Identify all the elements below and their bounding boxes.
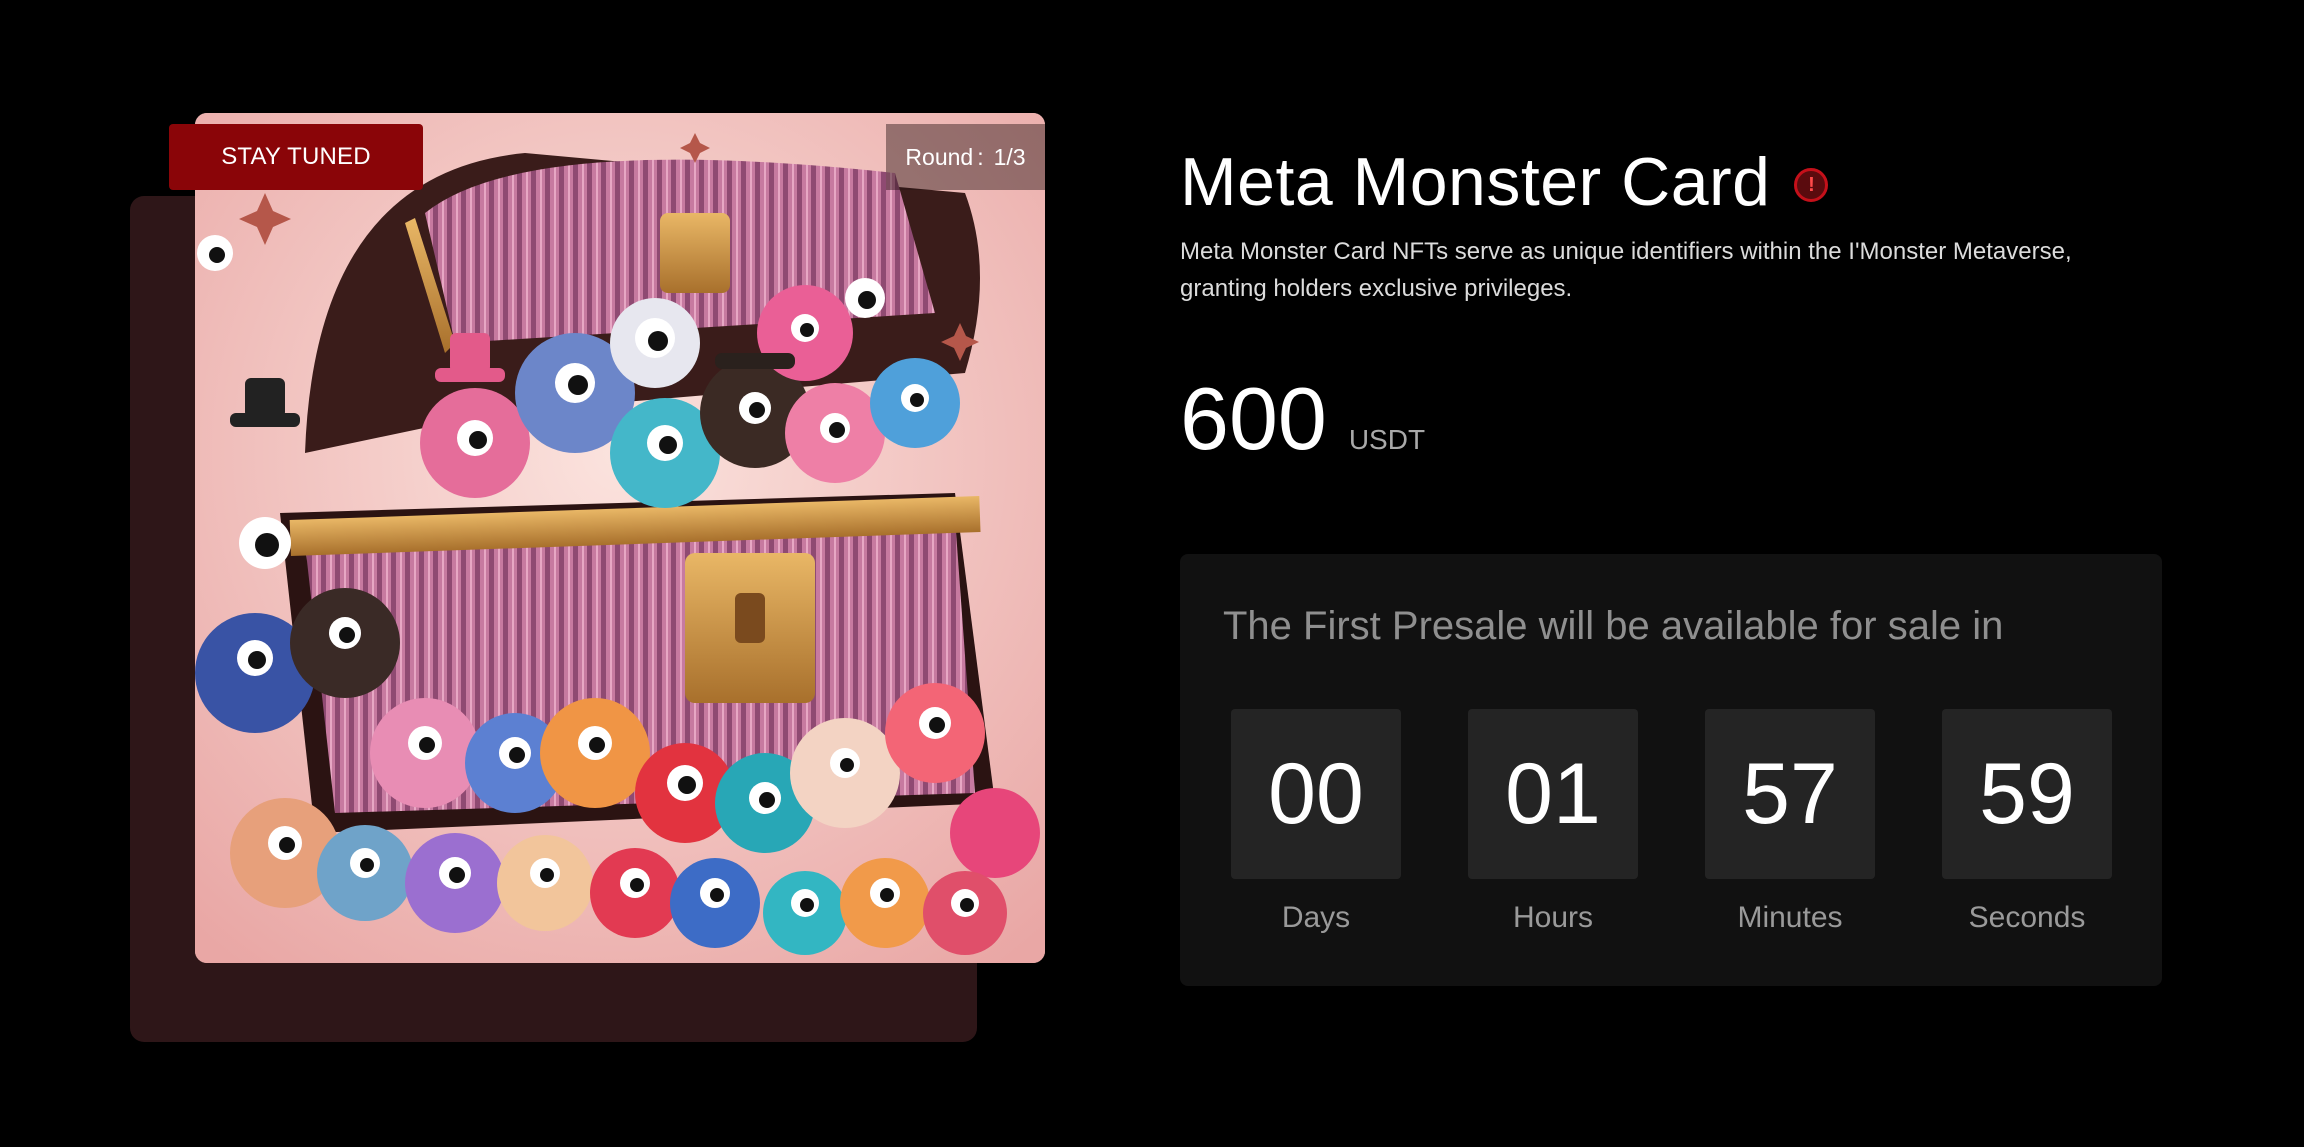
- minutes-value: 57: [1705, 709, 1875, 879]
- countdown-seconds: 59 Seconds: [1942, 709, 2112, 935]
- title-row: Meta Monster Card !: [1180, 140, 1829, 224]
- days-value: 00: [1231, 709, 1401, 879]
- product-title: Meta Monster Card: [1180, 144, 1771, 220]
- product-description: Meta Monster Card NFTs serve as unique i…: [1180, 238, 2072, 302]
- round-value: 1/3: [993, 143, 1026, 170]
- countdown-heading: The First Presale will be available for …: [1223, 604, 2004, 648]
- seconds-label: Seconds: [1968, 901, 2086, 934]
- stay-tuned-badge: STAY TUNED: [169, 124, 423, 190]
- countdown-minutes: 57 Minutes: [1705, 709, 1875, 935]
- round-indicator: Round:1/3: [886, 124, 1045, 190]
- hours-label: Hours: [1512, 901, 1594, 934]
- countdown-card: The First Presale will be available for …: [1180, 554, 2162, 986]
- minutes-label: Minutes: [1737, 901, 1843, 934]
- countdown-timer: 00 Days 01 Hours 57 Minutes 59 Seconds: [1231, 709, 2112, 935]
- seconds-value: 59: [1942, 709, 2112, 879]
- round-label: Round: [905, 143, 974, 170]
- round-separator: :: [977, 143, 984, 170]
- price-row: 600 USDT: [1180, 368, 1425, 470]
- stay-tuned-label: STAY TUNED: [221, 143, 371, 170]
- days-label: Days: [1281, 901, 1351, 934]
- monster-chest-artwork: [195, 113, 1045, 963]
- alert-circle-icon[interactable]: !: [1794, 168, 1829, 202]
- countdown-hours: 01 Hours: [1468, 709, 1638, 935]
- hours-value: 01: [1468, 709, 1638, 879]
- price-value: 600: [1180, 369, 1327, 468]
- price-currency: USDT: [1348, 424, 1426, 455]
- countdown-days: 00 Days: [1231, 709, 1401, 935]
